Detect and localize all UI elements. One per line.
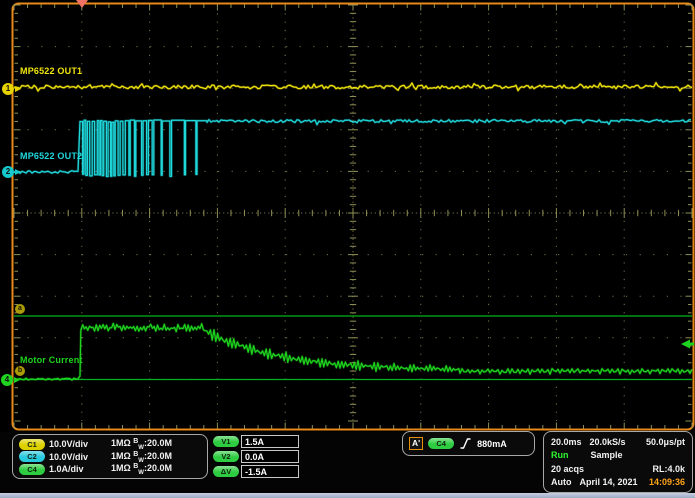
- time-value: 14:09:36: [649, 477, 685, 487]
- ch1-ground-marker[interactable]: 1: [2, 83, 21, 95]
- window-frame-bottom: [0, 493, 695, 498]
- v1-value: 1.5A: [241, 435, 299, 448]
- v2-value: 0.0A: [241, 450, 299, 463]
- acq-mode: Sample: [591, 450, 623, 460]
- oscilloscope-window: MP6522 OUT1 MP6522 OUT2 Motor Current 1 …: [0, 0, 695, 498]
- rising-edge-icon: [459, 437, 472, 450]
- readout-bar: C1 10.0V/div 1MΩ BW:20.0M C2 10.0V/div 1…: [0, 432, 695, 493]
- ch1-trace-label: MP6522 OUT1: [20, 66, 82, 76]
- cursor-dv-row: ΔV -1.5A: [213, 464, 305, 478]
- acq-count: 20 acqs: [551, 464, 584, 474]
- trigger-level-arrow-icon[interactable]: [681, 340, 690, 349]
- ch1-marker-arrow-icon: [15, 86, 21, 92]
- dv-badge[interactable]: ΔV: [213, 466, 239, 477]
- timebase-row: 20.0ms 20.0kS/s 50.0μs/pt: [551, 435, 685, 448]
- run-state: Run: [551, 450, 569, 460]
- ch1-scale: 10.0V/div: [49, 439, 111, 449]
- datetime-row: Auto April 14, 2021 14:09:36: [551, 476, 685, 489]
- ch4-marker-number: 4: [1, 374, 13, 386]
- record-length: RL:4.0k: [652, 464, 685, 474]
- run-state-row: Run Sample: [551, 449, 685, 462]
- ch1-badge[interactable]: C1: [19, 439, 45, 450]
- ch4-ground-marker[interactable]: 4: [1, 374, 20, 386]
- ch2-badge[interactable]: C2: [19, 451, 45, 462]
- ch4-scale: 1.0A/div: [49, 464, 111, 474]
- waveform-ch4: [14, 323, 692, 380]
- ch2-scale: 10.0V/div: [49, 452, 111, 462]
- acquisition-panel[interactable]: 20.0ms 20.0kS/s 50.0μs/pt Run Sample 20 a…: [543, 431, 693, 493]
- ch4-settings-row[interactable]: C4 1.0A/div 1MΩ BW:20.0M: [19, 463, 201, 475]
- ch2-marker-number: 2: [2, 166, 14, 178]
- ch2-marker-arrow-icon: [15, 169, 21, 175]
- cursor-v1-row: V1 1.5A: [213, 434, 305, 448]
- v2-badge[interactable]: V2: [213, 451, 239, 462]
- ch4-marker-arrow-icon: [14, 377, 20, 383]
- ch2-settings-row[interactable]: C2 10.0V/div 1MΩ BW:20.0M: [19, 451, 201, 463]
- timebase-value: 20.0ms: [551, 437, 582, 447]
- v1-badge[interactable]: V1: [213, 436, 239, 447]
- trigger-position-marker[interactable]: [76, 0, 88, 8]
- cursor-v2-row: V2 0.0A: [213, 449, 305, 463]
- sample-rate-value: 20.0kS/s: [590, 437, 626, 447]
- trigger-level-arrow-tail: [690, 343, 694, 346]
- ch4-impedance: 1MΩ BW:20.0M: [111, 463, 201, 476]
- ch2-ground-marker[interactable]: 2: [2, 166, 21, 178]
- channel-settings-panel[interactable]: C1 10.0V/div 1MΩ BW:20.0M C2 10.0V/div 1…: [12, 434, 208, 479]
- trigger-mode: Auto: [551, 477, 572, 487]
- date-value: April 14, 2021: [580, 477, 638, 487]
- ch4-badge[interactable]: C4: [19, 464, 45, 475]
- ch1-impedance: 1MΩ BW:20.0M: [111, 438, 201, 451]
- resolution-value: 50.0μs/pt: [646, 437, 685, 447]
- ch1-settings-row[interactable]: C1 10.0V/div 1MΩ BW:20.0M: [19, 438, 201, 450]
- trigger-a-label: A': [409, 437, 423, 450]
- trigger-source-badge[interactable]: C4: [428, 438, 454, 449]
- ch1-marker-number: 1: [2, 83, 14, 95]
- ch2-impedance: 1MΩ BW:20.0M: [111, 451, 201, 464]
- trigger-settings-panel[interactable]: A' C4 880mA: [402, 431, 535, 456]
- ch4-trace-label: Motor Current: [20, 355, 83, 365]
- trigger-level-value: 880mA: [477, 439, 507, 449]
- cursor-b-handle[interactable]: b: [15, 366, 25, 376]
- ch2-trace-label: MP6522 OUT2: [20, 151, 82, 161]
- acq-count-row: 20 acqs RL:4.0k: [551, 462, 685, 475]
- scope-display: MP6522 OUT1 MP6522 OUT2 Motor Current 1 …: [0, 0, 695, 432]
- cursor-a-handle[interactable]: a: [15, 304, 25, 314]
- scope-graticule-canvas: [0, 0, 695, 432]
- dv-value: -1.5A: [241, 465, 299, 478]
- cursor-readout-panel: V1 1.5A V2 0.0A ΔV -1.5A: [213, 434, 305, 479]
